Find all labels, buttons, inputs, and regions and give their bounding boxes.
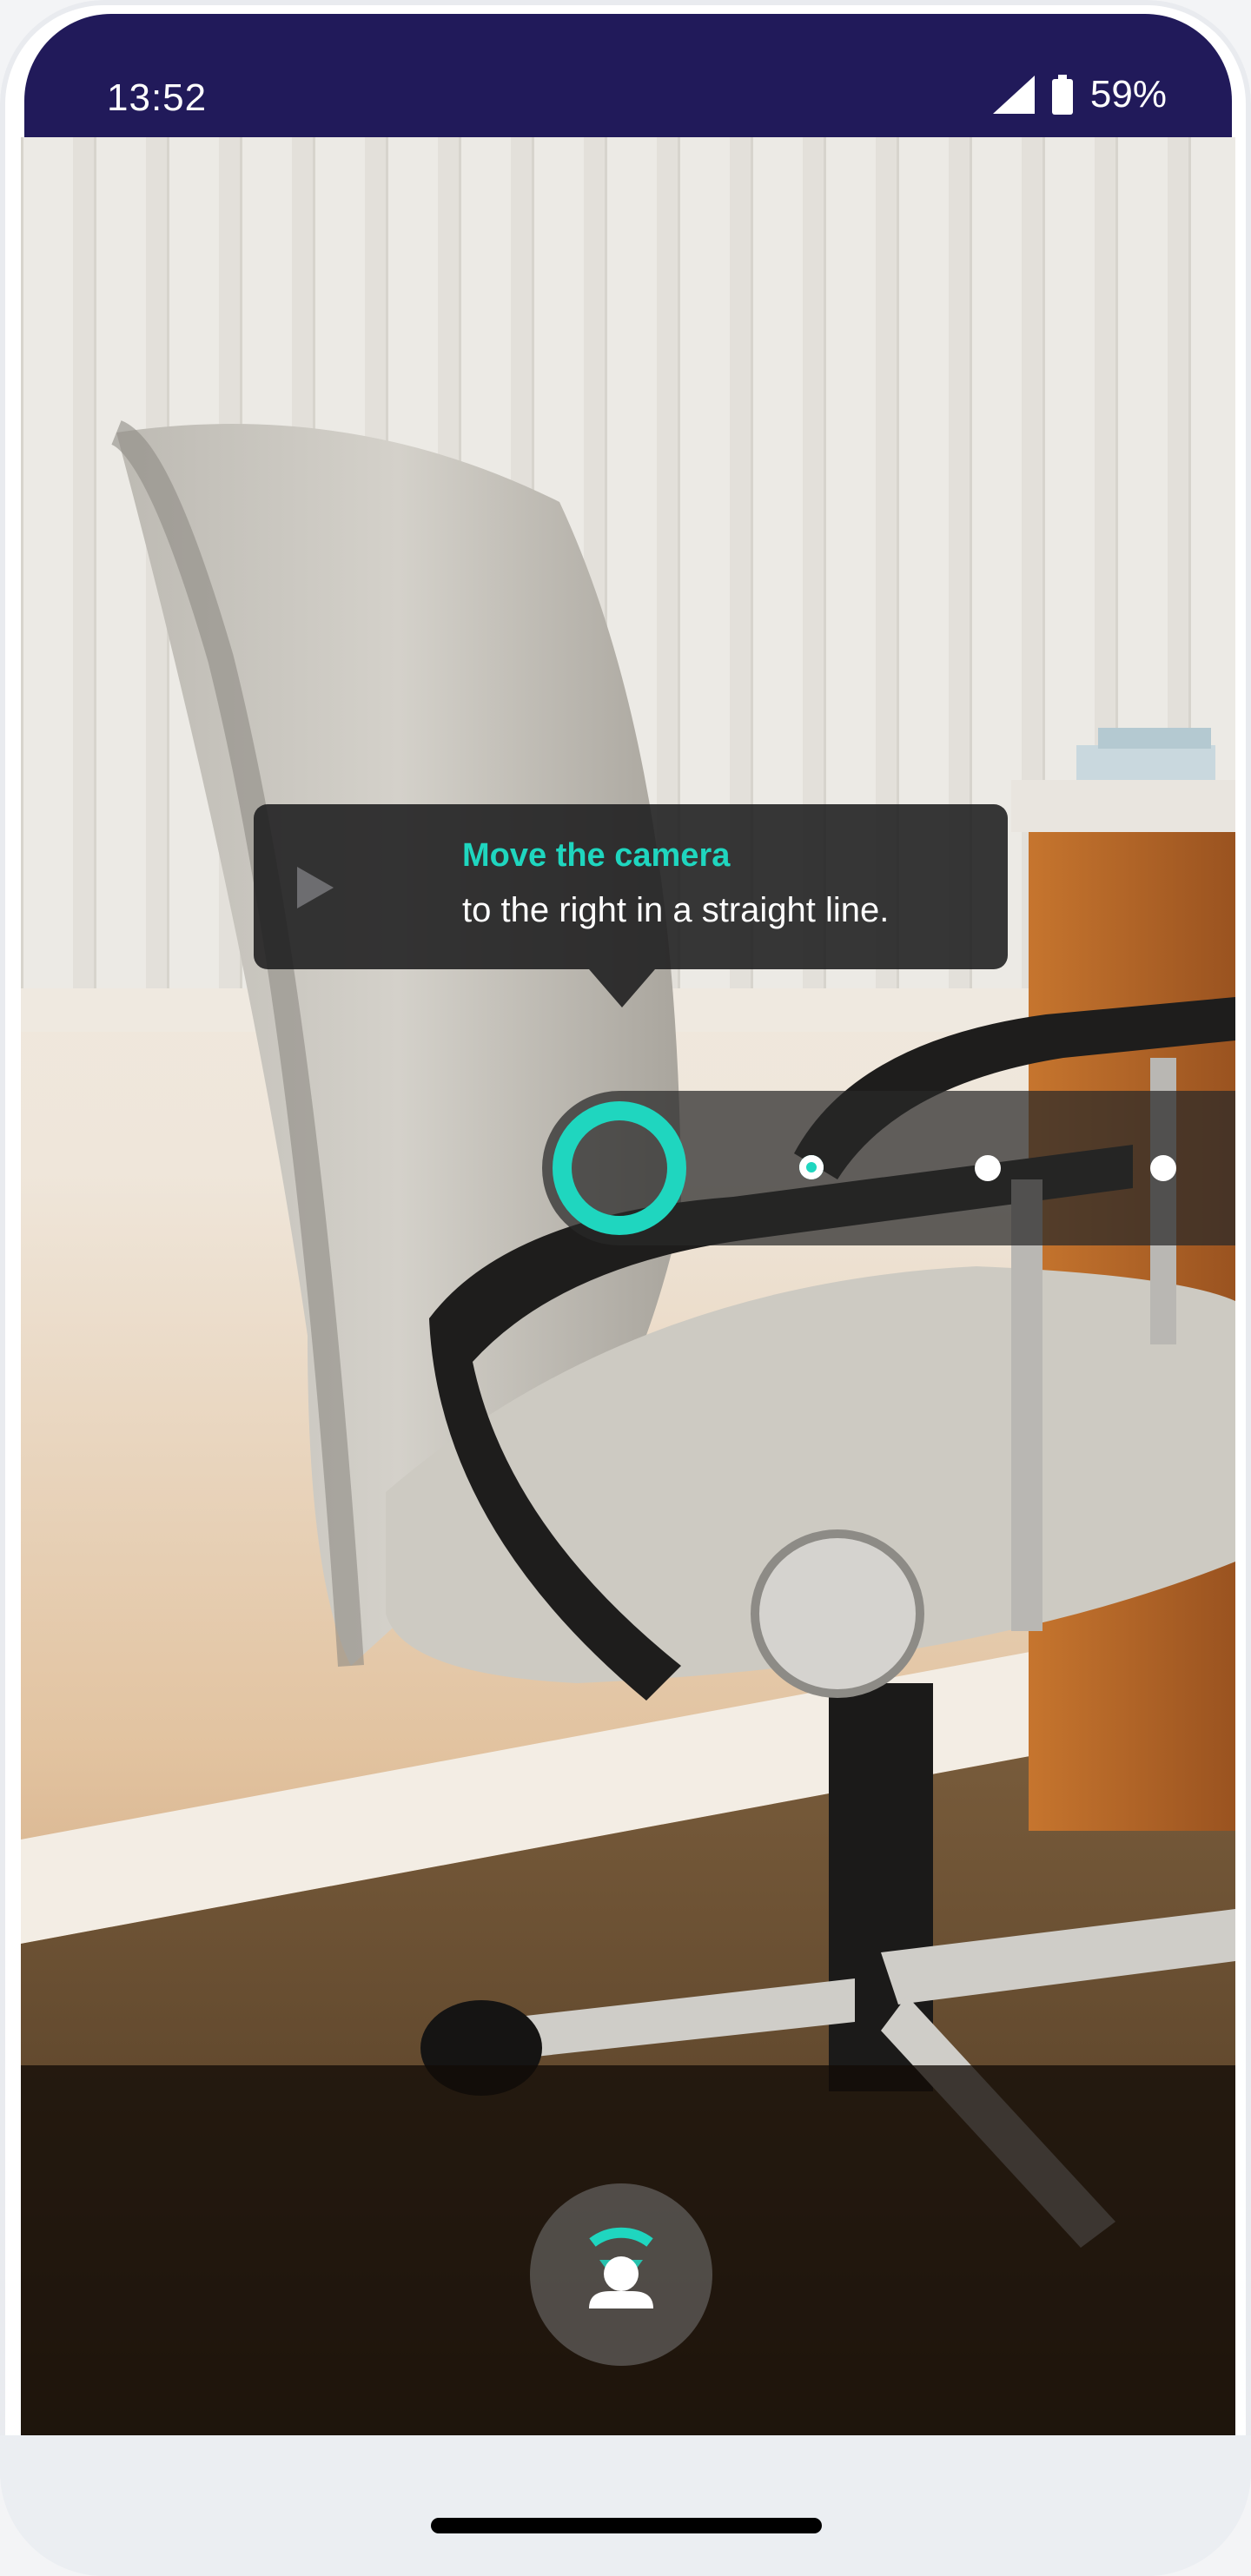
status-bar: 13:52 59%	[24, 14, 1232, 137]
capture-progress-track	[542, 1091, 1235, 1245]
camera-controls-bar	[21, 2065, 1235, 2435]
instruction-tooltip: Move the camera to the right in a straig…	[254, 804, 1008, 1007]
camera-viewfinder[interactable]: Move the camera to the right in a straig…	[21, 137, 1235, 2435]
instruction-text: to the right in a straight line.	[462, 891, 890, 929]
signal-icon	[992, 76, 1035, 114]
home-indicator[interactable]	[431, 2518, 822, 2533]
battery-icon	[1051, 75, 1073, 115]
status-icons: 59%	[992, 73, 1167, 116]
person-scan-icon	[589, 2227, 653, 2308]
play-icon[interactable]	[297, 867, 334, 908]
capture-button[interactable]	[530, 2183, 712, 2366]
navigation-bar	[0, 2435, 1251, 2576]
battery-percentage: 59%	[1089, 73, 1167, 116]
tooltip-pointer	[589, 969, 655, 1007]
phone-frame: 13:52 59% Move the camera to the right i…	[0, 0, 1251, 2576]
progress-step-dot-active	[799, 1155, 824, 1179]
current-position-ring	[553, 1101, 686, 1235]
progress-step-dot	[1150, 1155, 1176, 1181]
instruction-title: Move the camera	[462, 837, 731, 874]
status-time: 13:52	[107, 76, 208, 119]
progress-step-dot	[975, 1155, 1001, 1181]
